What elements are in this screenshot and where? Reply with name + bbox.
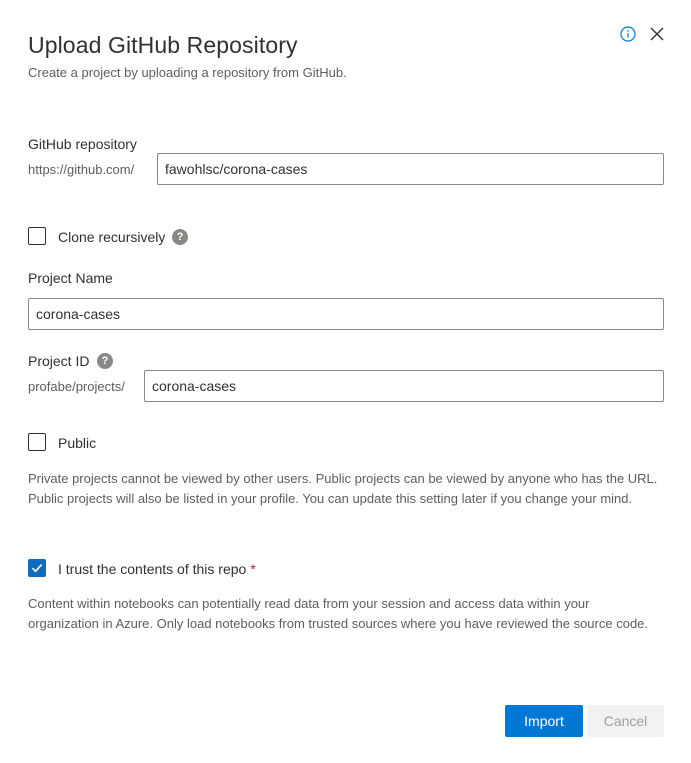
github-repo-label: GitHub repository <box>28 136 137 152</box>
trust-checkbox[interactable] <box>28 559 46 577</box>
project-id-input[interactable] <box>144 370 664 402</box>
clone-recursively-label: Clone recursively <box>58 229 166 245</box>
help-icon[interactable]: ? <box>172 229 188 245</box>
trust-label: I trust the contents of this repo * <box>58 561 256 577</box>
help-icon[interactable]: ? <box>97 353 113 369</box>
project-id-label: Project ID <box>28 353 90 369</box>
close-icon[interactable] <box>646 23 668 45</box>
clone-recursively-checkbox[interactable] <box>28 227 46 245</box>
info-icon[interactable] <box>618 24 638 44</box>
required-indicator: * <box>250 561 256 577</box>
public-label: Public <box>58 435 97 451</box>
public-description: Private projects cannot be viewed by oth… <box>28 471 658 506</box>
upload-github-dialog: Upload GitHub Repository Create a projec… <box>0 0 691 763</box>
dialog-title: Upload GitHub Repository <box>28 32 298 58</box>
trust-label-text: I trust the contents of this repo <box>58 561 247 577</box>
import-button[interactable]: Import <box>505 705 583 737</box>
project-name-input[interactable] <box>28 298 664 330</box>
checkmark-icon <box>31 564 43 573</box>
cancel-button[interactable]: Cancel <box>587 705 664 737</box>
github-repo-input[interactable] <box>157 153 664 185</box>
public-checkbox[interactable] <box>28 433 46 451</box>
github-url-prefix: https://github.com/ <box>28 162 135 177</box>
project-name-label: Project Name <box>28 270 113 286</box>
project-id-prefix: profabe/projects/ <box>28 379 125 394</box>
trust-description: Content within notebooks can potentially… <box>28 596 649 631</box>
dialog-subtitle: Create a project by uploading a reposito… <box>28 65 347 80</box>
